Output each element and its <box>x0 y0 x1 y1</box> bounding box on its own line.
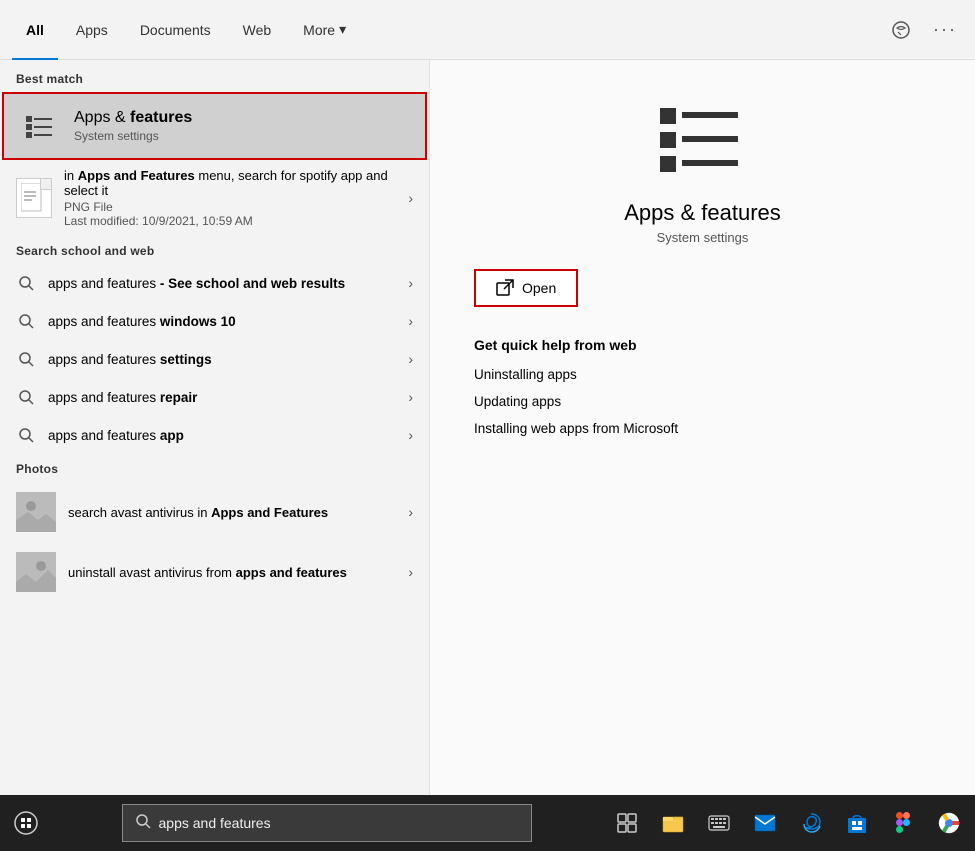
task-view-button[interactable] <box>605 801 649 845</box>
photo-info-0: search avast antivirus in Apps and Featu… <box>68 505 396 520</box>
store-button[interactable] <box>835 801 879 845</box>
search-school-label: Search school and web <box>0 236 429 264</box>
photo-result-0[interactable]: search avast antivirus in Apps and Featu… <box>0 482 429 542</box>
web-search-text-3: apps and features repair <box>48 390 396 405</box>
keyboard-button[interactable] <box>697 801 741 845</box>
main-container: Best match Apps & features System settin… <box>0 60 975 795</box>
best-match-text: Apps & features System settings <box>74 109 409 143</box>
apps-features-icon <box>20 106 60 146</box>
photo-info-1: uninstall avast antivirus from apps and … <box>68 565 396 580</box>
chevron-right-icon-4: › <box>408 427 413 443</box>
start-button[interactable] <box>4 801 48 845</box>
tab-apps[interactable]: Apps <box>62 0 122 60</box>
best-match-item[interactable]: Apps & features System settings <box>2 92 427 160</box>
photo-thumb-0 <box>16 492 56 532</box>
search-icon-0 <box>16 273 36 293</box>
web-search-item-4[interactable]: apps and features app › <box>0 416 429 454</box>
taskbar-search-icon <box>135 813 151 834</box>
left-panel: Best match Apps & features System settin… <box>0 60 430 795</box>
feedback-icon[interactable] <box>883 12 919 48</box>
web-search-item-0[interactable]: apps and features - See school and web r… <box>0 264 429 302</box>
chevron-right-icon-2: › <box>408 351 413 367</box>
web-search-item-1[interactable]: apps and features windows 10 › <box>0 302 429 340</box>
preview-title: Apps & features <box>460 200 945 226</box>
preview-subtitle: System settings <box>460 230 945 245</box>
help-section: Get quick help from web Uninstalling app… <box>460 337 945 448</box>
file-description: in Apps and Features menu, search for sp… <box>64 168 396 198</box>
chevron-right-icon: › <box>408 190 413 206</box>
top-nav: All Apps Documents Web More ▾ ··· <box>0 0 975 60</box>
photo-name-1: uninstall avast antivirus from apps and … <box>68 565 396 580</box>
tab-more[interactable]: More ▾ <box>289 0 360 60</box>
nav-tabs: All Apps Documents Web More ▾ <box>12 0 883 60</box>
open-button[interactable]: Open <box>474 269 578 307</box>
file-info: in Apps and Features menu, search for sp… <box>64 168 396 228</box>
photos-label: Photos <box>0 454 429 482</box>
file-type: PNG File <box>64 200 396 214</box>
chrome-button[interactable] <box>927 801 971 845</box>
edge-button[interactable] <box>789 801 833 845</box>
chevron-right-icon-3: › <box>408 389 413 405</box>
file-result-item[interactable]: in Apps and Features menu, search for sp… <box>0 160 429 236</box>
taskbar-search-text: apps and features <box>159 815 519 831</box>
search-icon-4 <box>16 425 36 445</box>
photo-thumb-1 <box>16 552 56 592</box>
chevron-right-photo-1: › <box>408 564 413 580</box>
file-explorer-button[interactable] <box>651 801 695 845</box>
preview-icon-area <box>460 100 945 180</box>
tab-documents[interactable]: Documents <box>126 0 225 60</box>
help-link-0[interactable]: Uninstalling apps <box>474 367 931 382</box>
photo-name-0: search avast antivirus in Apps and Featu… <box>68 505 396 520</box>
help-link-2[interactable]: Installing web apps from Microsoft <box>474 421 931 436</box>
file-date: Last modified: 10/9/2021, 10:59 AM <box>64 214 396 228</box>
best-match-subtitle: System settings <box>74 129 409 143</box>
best-match-title: Apps & features <box>74 109 409 127</box>
search-icon-3 <box>16 387 36 407</box>
chevron-down-icon: ▾ <box>339 21 346 38</box>
web-search-text-2: apps and features settings <box>48 352 396 367</box>
best-match-label: Best match <box>0 60 429 92</box>
help-link-1[interactable]: Updating apps <box>474 394 931 409</box>
chevron-right-photo-0: › <box>408 504 413 520</box>
help-title: Get quick help from web <box>474 337 931 353</box>
file-thumbnail <box>16 178 52 218</box>
nav-icon-area: ··· <box>883 12 963 48</box>
chevron-right-icon-1: › <box>408 313 413 329</box>
search-icon-2 <box>16 349 36 369</box>
more-options-icon[interactable]: ··· <box>927 12 963 48</box>
right-panel: Apps & features System settings Open Get… <box>430 60 975 795</box>
taskbar: apps and features <box>0 795 975 851</box>
figma-button[interactable] <box>881 801 925 845</box>
photo-result-1[interactable]: uninstall avast antivirus from apps and … <box>0 542 429 602</box>
taskbar-left <box>4 801 48 845</box>
tab-all[interactable]: All <box>12 0 58 60</box>
search-icon-1 <box>16 311 36 331</box>
taskbar-right <box>605 801 971 845</box>
open-icon <box>496 279 514 297</box>
web-search-text-4: apps and features app <box>48 428 396 443</box>
web-search-item-3[interactable]: apps and features repair › <box>0 378 429 416</box>
taskbar-search-bar[interactable]: apps and features <box>122 804 532 842</box>
web-search-text-1: apps and features windows 10 <box>48 314 396 329</box>
tab-web[interactable]: Web <box>229 0 286 60</box>
mail-button[interactable] <box>743 801 787 845</box>
chevron-right-icon-0: › <box>408 275 413 291</box>
web-search-text-0: apps and features - See school and web r… <box>48 276 396 291</box>
web-search-item-2[interactable]: apps and features settings › <box>0 340 429 378</box>
